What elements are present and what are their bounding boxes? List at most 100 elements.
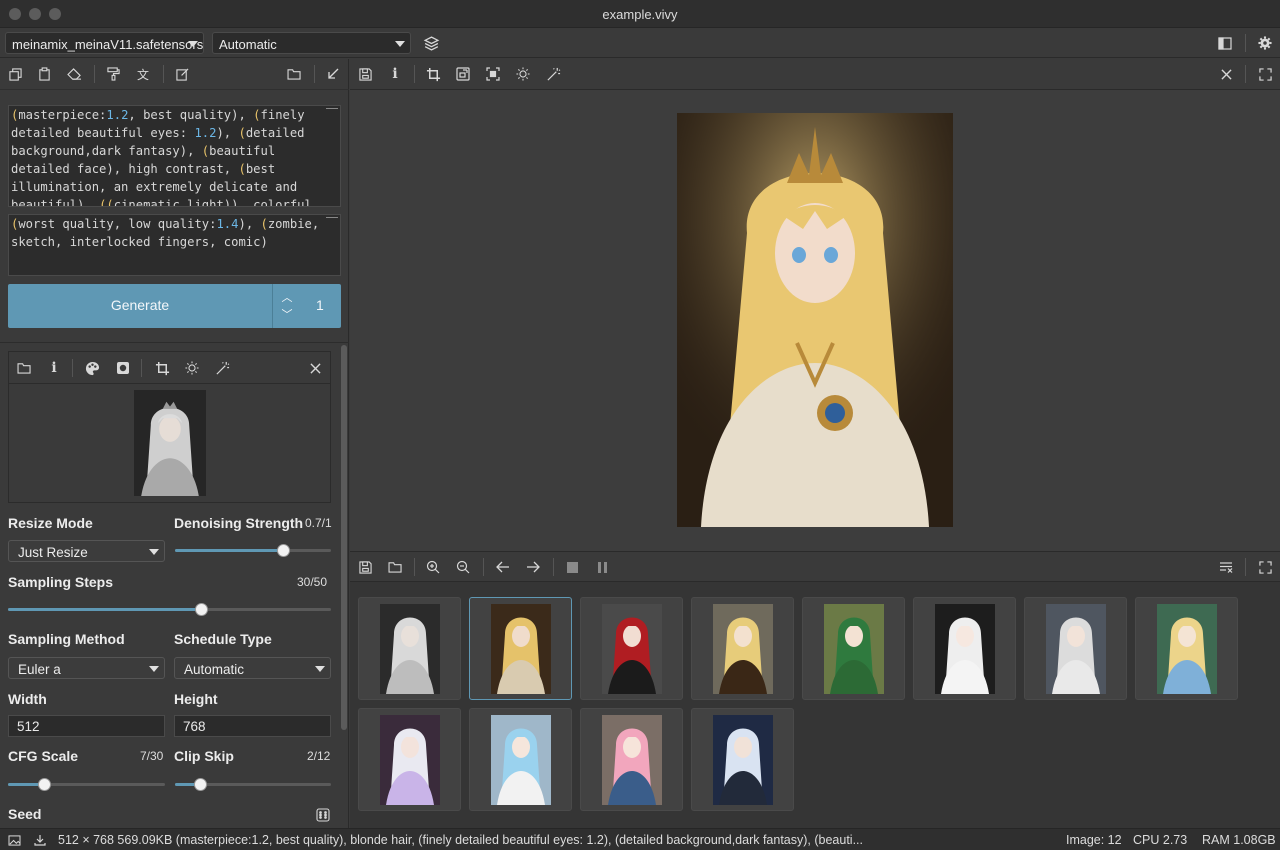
denoising-value: 0.7/1 xyxy=(305,516,332,530)
schedule-type-select[interactable]: Automatic xyxy=(174,657,331,679)
stop-icon[interactable] xyxy=(562,557,582,577)
translate-icon[interactable]: 文 xyxy=(133,64,153,84)
prompt-token: background,dark fantasy), xyxy=(11,144,202,158)
prompt-token: ), xyxy=(216,126,239,140)
positive-prompt-input[interactable]: (masterpiece:1.2, best quality), (finely… xyxy=(8,105,341,207)
paste-icon[interactable] xyxy=(34,64,54,84)
gear-icon[interactable] xyxy=(1255,33,1275,53)
sampling-steps-value: 30/50 xyxy=(297,575,328,589)
focus-icon[interactable] xyxy=(483,64,503,84)
width-input[interactable]: 512 xyxy=(8,715,165,737)
save-icon[interactable] xyxy=(355,557,375,577)
gallery-item[interactable] xyxy=(469,597,572,700)
init-image-toolbar: i xyxy=(9,352,330,384)
divider xyxy=(0,342,349,343)
layers-icon[interactable] xyxy=(421,33,441,53)
zoom-in-icon[interactable] xyxy=(423,557,443,577)
magic-wand-icon[interactable] xyxy=(543,64,563,84)
divider xyxy=(414,65,415,83)
close-icon[interactable] xyxy=(1216,64,1236,84)
batch-count[interactable]: 1 xyxy=(316,297,324,313)
sidebar-toggle-icon[interactable] xyxy=(1215,33,1235,53)
vae-select[interactable]: Automatic xyxy=(212,32,411,54)
mask-icon[interactable] xyxy=(113,358,133,378)
prompt-scrollbar[interactable] xyxy=(326,108,338,109)
folder-open-icon[interactable] xyxy=(14,358,34,378)
divider xyxy=(72,359,73,377)
prompt-line: detailed beautiful eyes: 1.2), (detailed xyxy=(11,124,330,142)
magic-wand-icon[interactable] xyxy=(212,358,232,378)
arrow-left-icon[interactable] xyxy=(493,557,513,577)
download-icon[interactable] xyxy=(30,830,50,850)
paint-roller-icon[interactable] xyxy=(103,64,123,84)
crop-icon[interactable] xyxy=(152,358,172,378)
denoising-slider[interactable] xyxy=(175,544,331,557)
gallery-item[interactable] xyxy=(1135,597,1238,700)
resize-mode-value: Just Resize xyxy=(18,545,88,560)
brightness-icon[interactable] xyxy=(513,64,533,84)
divider xyxy=(314,65,315,83)
image-icon[interactable] xyxy=(4,830,24,850)
prompt-token: beautiful), xyxy=(11,198,100,207)
fullscreen-icon[interactable] xyxy=(1255,64,1275,84)
gallery-item[interactable] xyxy=(913,597,1016,700)
gallery-item[interactable] xyxy=(580,708,683,811)
height-input[interactable]: 768 xyxy=(174,715,331,737)
increment-icon[interactable]: ︿ xyxy=(280,289,294,305)
close-icon[interactable] xyxy=(305,358,325,378)
resize-image-icon[interactable] xyxy=(453,64,473,84)
gallery-item[interactable] xyxy=(1024,597,1127,700)
clip-skip-slider[interactable] xyxy=(175,778,331,791)
zoom-out-icon[interactable] xyxy=(453,557,473,577)
decrement-icon[interactable]: ﹀ xyxy=(280,306,294,322)
info-icon[interactable]: i xyxy=(385,64,405,84)
left-panel-scrollbar[interactable] xyxy=(341,345,347,730)
sampling-method-select[interactable]: Euler a xyxy=(8,657,165,679)
edit-icon[interactable] xyxy=(172,64,192,84)
dice-icon[interactable] xyxy=(313,805,333,825)
prompt-scrollbar[interactable] xyxy=(326,217,338,218)
palette-icon[interactable] xyxy=(82,358,102,378)
gallery-item[interactable] xyxy=(691,708,794,811)
info-icon[interactable]: i xyxy=(44,358,64,378)
divider xyxy=(1245,34,1246,52)
sampling-steps-slider[interactable] xyxy=(8,603,331,616)
folder-open-icon[interactable] xyxy=(385,557,405,577)
positive-prompt-text: (masterpiece:1.2, best quality), (finely… xyxy=(11,106,330,207)
cfg-scale-slider[interactable] xyxy=(8,778,165,791)
gallery-item[interactable] xyxy=(691,597,794,700)
ram-usage: RAM 1.08GB xyxy=(1202,833,1276,847)
clip-skip-value: 2/12 xyxy=(307,749,331,763)
generate-button[interactable]: Generate ︿ ﹀ 1 xyxy=(8,284,341,328)
model-select[interactable]: meinamix_meinaV11.safetensors xyxy=(5,32,204,54)
save-icon[interactable] xyxy=(355,64,375,84)
init-image[interactable] xyxy=(134,390,206,496)
slider-handle[interactable] xyxy=(277,544,290,557)
image-viewer[interactable] xyxy=(350,90,1280,551)
gallery-item[interactable] xyxy=(358,597,461,700)
vae-select-value: Automatic xyxy=(219,37,277,52)
eraser-icon[interactable] xyxy=(64,64,84,84)
folder-open-icon[interactable] xyxy=(284,64,304,84)
gallery-thumbnail xyxy=(713,715,773,805)
prompt-token: (( xyxy=(99,198,114,207)
negative-prompt-input[interactable]: (worst quality, low quality:1.4), (zombi… xyxy=(8,214,341,276)
crop-icon[interactable] xyxy=(423,64,443,84)
pause-icon[interactable] xyxy=(592,557,612,577)
slider-handle[interactable] xyxy=(38,778,51,791)
copy-icon[interactable] xyxy=(5,64,25,84)
gallery-item[interactable] xyxy=(802,597,905,700)
gallery-item[interactable] xyxy=(469,708,572,811)
resize-mode-select[interactable]: Just Resize xyxy=(8,540,165,562)
slider-handle[interactable] xyxy=(194,778,207,791)
gallery-item[interactable] xyxy=(358,708,461,811)
image-count: Image: 12 xyxy=(1066,833,1122,847)
arrow-right-icon[interactable] xyxy=(523,557,543,577)
fullscreen-icon[interactable] xyxy=(1255,557,1275,577)
generated-image[interactable] xyxy=(677,113,953,527)
gallery-item[interactable] xyxy=(580,597,683,700)
collapse-arrow-icon[interactable] xyxy=(323,64,343,84)
slider-handle[interactable] xyxy=(195,603,208,616)
brightness-icon[interactable] xyxy=(182,358,202,378)
clear-list-icon[interactable] xyxy=(1216,557,1236,577)
